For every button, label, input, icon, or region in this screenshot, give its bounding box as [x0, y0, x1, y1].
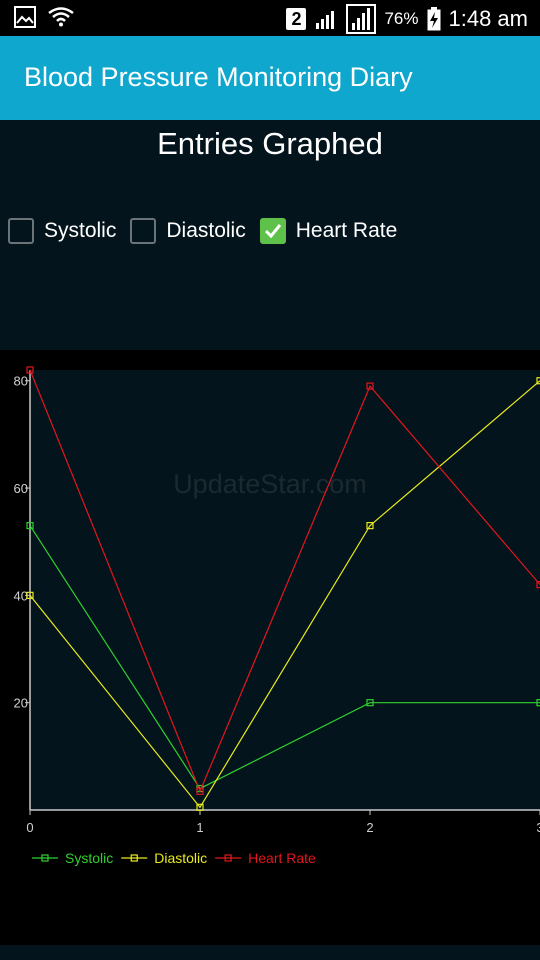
x-tick-label: 3: [536, 820, 540, 835]
diastolic-legend-label: Diastolic: [154, 850, 207, 866]
battery-percent: 76%: [384, 9, 419, 28]
status-left-icons: [14, 6, 74, 28]
section-title: Entries Graphed: [157, 126, 383, 161]
systolic-checkbox-label: Systolic: [44, 219, 117, 242]
heart-rate-checkbox-label: Heart Rate: [295, 219, 398, 242]
clock: 1:48 am: [448, 6, 529, 31]
series-selection-panel: Entries Graphed Systolic Diastolic Heart…: [0, 120, 540, 350]
status-right: 2 76% 1:48 am: [286, 4, 528, 34]
chart-legend: Systolic Diastolic Heart Rate: [32, 850, 316, 866]
y-tick-label: 80: [14, 374, 28, 389]
watermark: UpdateStar.com: [173, 469, 367, 499]
app-bar: Blood Pressure Monitoring Diary: [0, 36, 540, 120]
checkmark-icon: [264, 224, 281, 239]
signal-icon-2: [346, 4, 377, 34]
sim-badge: 2: [286, 8, 307, 30]
diastolic-checkbox[interactable]: Diastolic: [130, 218, 246, 244]
x-tick-label: 0: [26, 820, 33, 835]
bottom-bar: [0, 945, 540, 960]
y-tick-label: 40: [14, 588, 28, 603]
heart-rate-legend-label: Heart Rate: [248, 850, 316, 866]
y-tick-label: 20: [14, 696, 28, 711]
checkbox-row: Systolic Diastolic Heart Rate: [8, 218, 411, 244]
systolic-legend-label: Systolic: [65, 850, 113, 866]
line-chart: UpdateStar.com 0 1 2 3 20 40 60 80 Systolic Dias…: [14, 366, 540, 866]
x-tick-label: 2: [366, 820, 373, 835]
chart-container: UpdateStar.com 0 1 2 3 20 40 60 80 Systolic Dias…: [0, 350, 540, 945]
heart-rate-checkbox-box[interactable]: [259, 218, 286, 244]
battery-charging-icon: [427, 7, 441, 31]
y-tick-label: 60: [14, 481, 28, 496]
systolic-checkbox-box[interactable]: [8, 218, 34, 244]
status-bar: 2 76% 1:48 am: [0, 0, 540, 36]
app-title: Blood Pressure Monitoring Diary: [24, 62, 413, 92]
image-notification-icon: [14, 6, 36, 28]
x-tick-label: 1: [196, 820, 203, 835]
diastolic-checkbox-box[interactable]: [130, 218, 157, 244]
systolic-checkbox[interactable]: Systolic: [8, 218, 116, 244]
heart-rate-checkbox[interactable]: Heart Rate: [259, 218, 398, 244]
signal-icon: [314, 8, 338, 30]
wifi-icon: [48, 7, 74, 27]
diastolic-checkbox-label: Diastolic: [166, 219, 246, 242]
